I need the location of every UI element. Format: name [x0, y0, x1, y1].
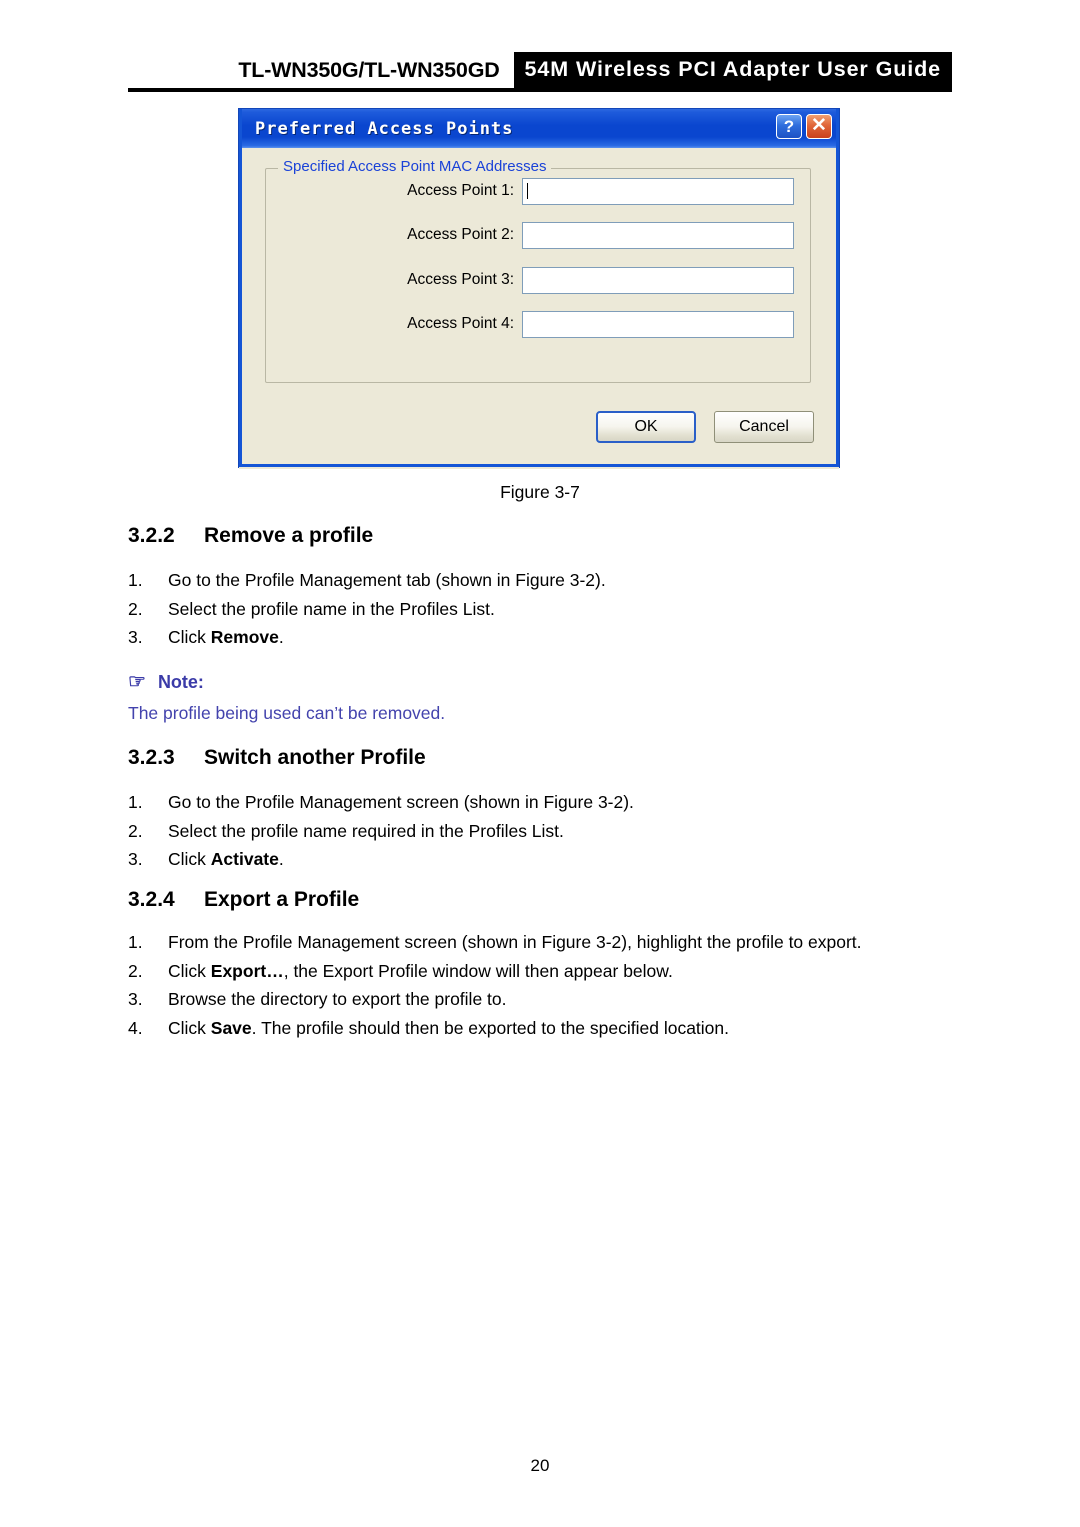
step-number: 2.	[128, 820, 143, 841]
text-caret	[527, 183, 528, 199]
step-text: Browse the directory to export the profi…	[168, 989, 507, 1009]
step-text: Click Activate.	[168, 849, 284, 869]
access-point-4-input[interactable]	[522, 310, 794, 338]
cancel-button[interactable]: Cancel	[714, 411, 814, 443]
section-heading-324: 3.2.4 Export a Profile	[128, 888, 359, 912]
step-text: Select the profile name required in the …	[168, 820, 564, 841]
section-title-324: Export a Profile	[204, 888, 360, 911]
step-text: Click Remove.	[168, 627, 284, 647]
section-title-322: Remove a profile	[204, 524, 374, 547]
note-text: The profile being used can’t be removed.	[128, 703, 446, 723]
step-item: 1. From the Profile Management screen (sh…	[128, 928, 958, 957]
note-block: ☞ Note: The profile being used can’t be …	[128, 672, 828, 724]
step-number: 2.	[128, 598, 143, 619]
step-number: 3.	[128, 989, 143, 1009]
access-point-3-label: Access Point 3:	[407, 271, 514, 288]
pointing-hand-icon: ☞	[128, 671, 146, 693]
step-item: 3. Browse the directory to export the pro…	[128, 985, 958, 1014]
section-number-323: 3.2.3	[128, 746, 175, 769]
step-item: 1. Go to the Profile Management screen (s…	[128, 788, 958, 817]
steps-list-323: 1. Go to the Profile Management screen (s…	[128, 788, 958, 874]
page-header: TL-WN350G/TL-WN350GD 54M Wireless PCI Ad…	[0, 52, 1080, 98]
step-text: Select the profile name in the Profiles …	[168, 598, 495, 619]
dialog-button-bar: OK Cancel	[239, 411, 839, 443]
access-point-1-label: Access Point 1:	[407, 182, 514, 199]
step-number: 2.	[128, 960, 143, 981]
step-item: 2. Select the profile name in the Profile…	[128, 595, 958, 624]
section-heading-322: 3.2.2 Remove a profile	[128, 524, 373, 548]
step-number: 4.	[128, 1017, 143, 1038]
steps-list-322: 1. Go to the Profile Management tab (show…	[128, 566, 958, 652]
step-item: 4. Click Save. The profile should then be…	[128, 1014, 958, 1043]
note-label: Note:	[157, 672, 204, 692]
step-item: 2. Click Export…, the Export Profile wind…	[128, 957, 958, 986]
preferred-access-points-dialog: Preferred Access Points ? ✕ Specified Ac…	[238, 108, 840, 469]
step-item: 2. Select the profile name required in th…	[128, 817, 958, 846]
step-number: 1.	[128, 932, 143, 952]
steps-list-324: 1. From the Profile Management screen (sh…	[128, 928, 958, 1042]
header-row: TL-WN350G/TL-WN350GD 54M Wireless PCI Ad…	[128, 52, 952, 88]
step-item: 3. Click Activate.	[128, 845, 958, 874]
groupbox-label: Specified Access Point MAC Addresses	[278, 158, 552, 175]
header-divider-rule	[128, 88, 952, 92]
step-item: 3. Click Remove.	[128, 623, 958, 652]
help-icon[interactable]: ?	[776, 114, 802, 139]
note-heading: ☞ Note:	[128, 672, 828, 693]
step-text: Go to the Profile Management screen (sho…	[168, 792, 634, 812]
step-number: 3.	[128, 627, 143, 647]
access-point-2-input[interactable]	[522, 221, 794, 249]
dialog-body: Specified Access Point MAC Addresses Acc…	[239, 148, 839, 469]
dialog-title: Preferred Access Points	[255, 118, 514, 139]
access-point-1-input[interactable]	[522, 177, 794, 205]
step-text: Click Export…, the Export Profile window…	[168, 960, 673, 981]
titlebar-button-group: ? ✕	[776, 114, 832, 139]
step-number: 3.	[128, 849, 143, 869]
page-number: 20	[530, 1456, 550, 1475]
close-icon[interactable]: ✕	[806, 114, 832, 139]
close-glyph: ✕	[811, 115, 827, 136]
section-title-323: Switch another Profile	[204, 746, 426, 769]
step-text: From the Profile Management screen (show…	[168, 932, 862, 952]
header-title-band: 54M Wireless PCI Adapter User Guide	[513, 52, 952, 88]
step-item: 1. Go to the Profile Management tab (show…	[128, 566, 958, 595]
section-number-322: 3.2.2	[128, 524, 175, 547]
access-point-3-input[interactable]	[522, 266, 794, 294]
section-heading-323: 3.2.3 Switch another Profile	[128, 746, 426, 770]
specified-mac-addresses-groupbox: Specified Access Point MAC Addresses Acc…	[265, 158, 811, 383]
step-number: 1.	[128, 792, 143, 812]
step-text: Go to the Profile Management tab (shown …	[168, 570, 606, 590]
section-number-324: 3.2.4	[128, 888, 175, 911]
header-model-name: TL-WN350G/TL-WN350GD	[238, 57, 500, 82]
access-point-2-label: Access Point 2:	[407, 226, 514, 243]
step-text: Click Save. The profile should then be e…	[168, 1017, 730, 1038]
ok-button[interactable]: OK	[596, 411, 696, 443]
help-glyph: ?	[783, 117, 795, 136]
step-number: 1.	[128, 570, 143, 590]
dialog-titlebar: Preferred Access Points ? ✕	[239, 109, 839, 148]
figure-caption: Figure 3-7	[500, 482, 580, 502]
access-point-4-label: Access Point 4:	[407, 315, 514, 332]
